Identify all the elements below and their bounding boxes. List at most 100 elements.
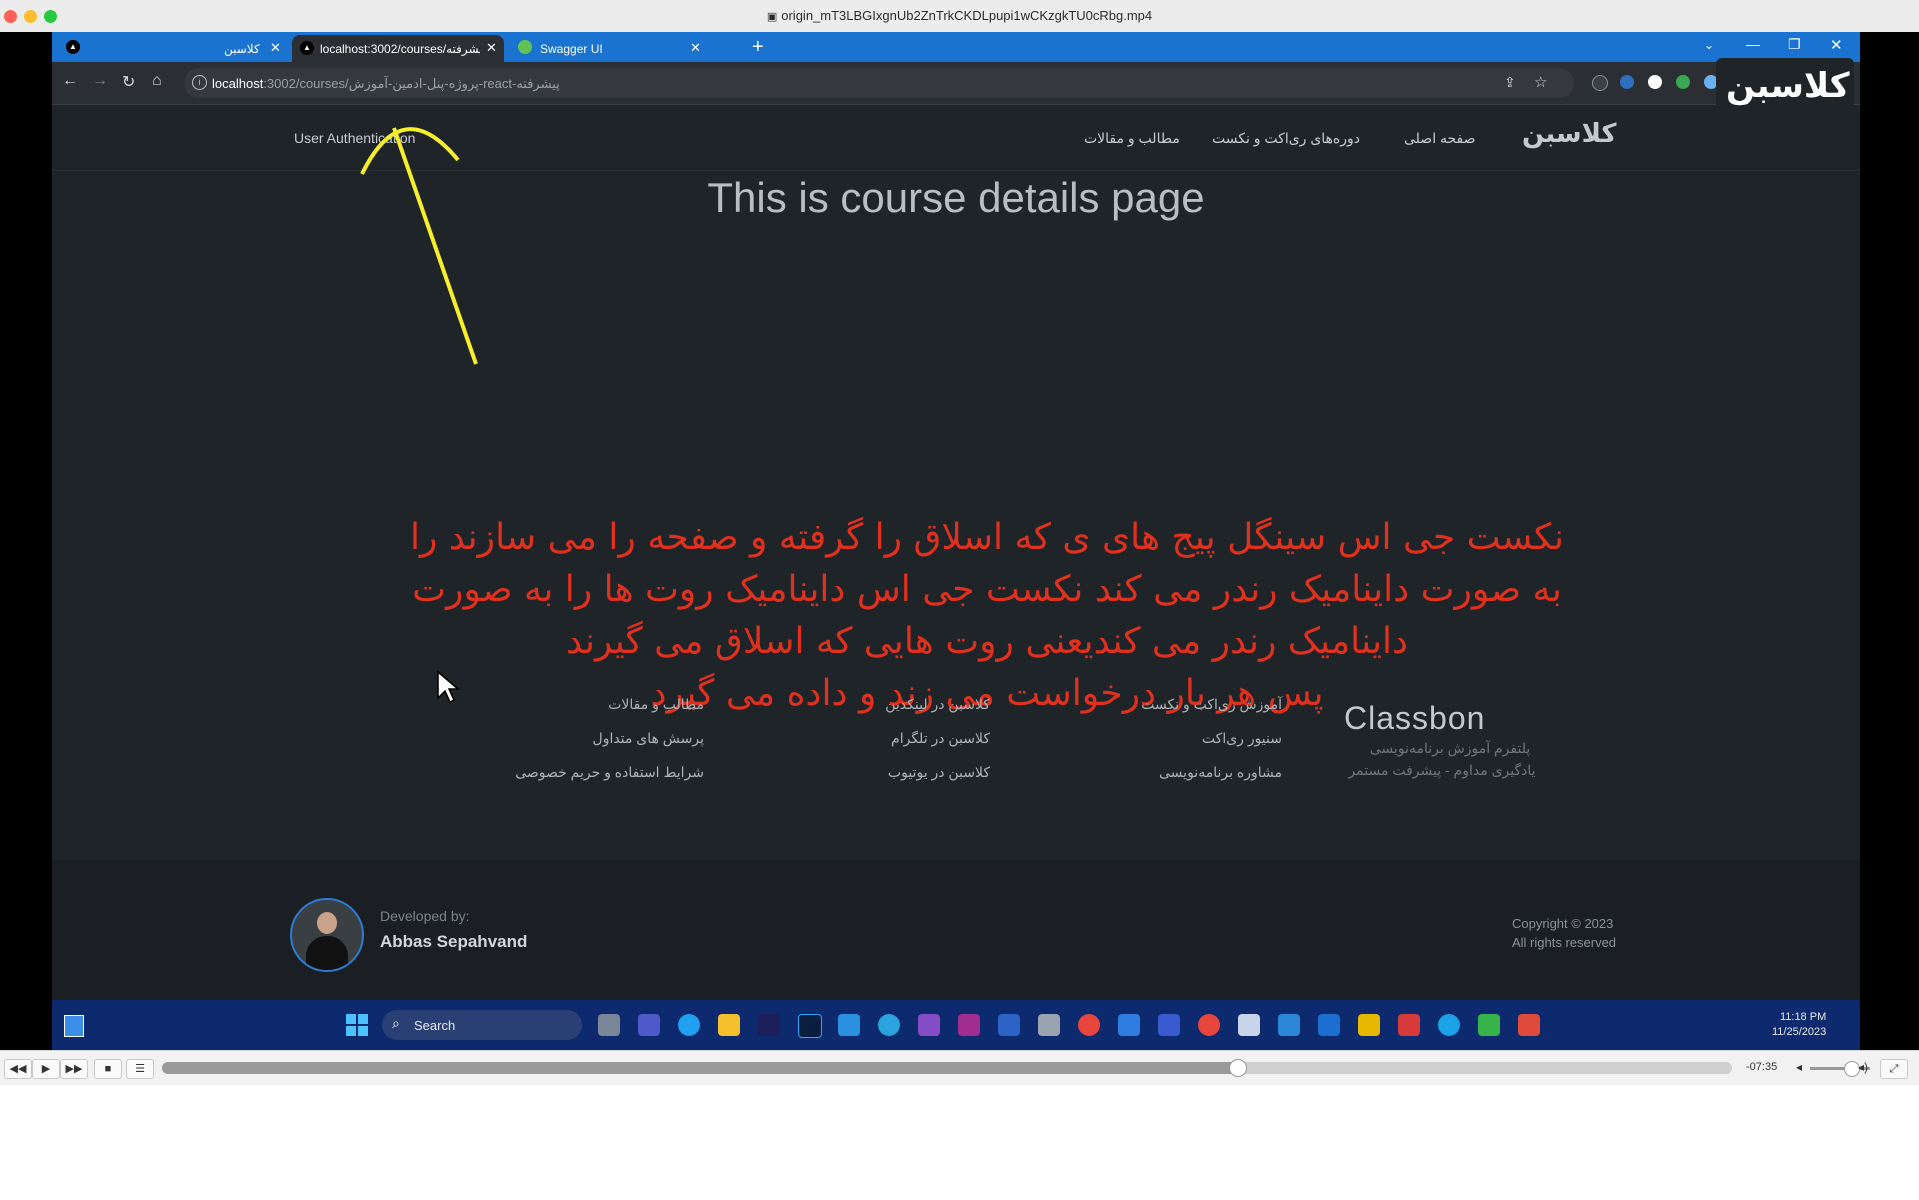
footer-link[interactable]: کلاسبن در یوتیوب <box>798 764 990 798</box>
volume-high-icon[interactable]: ◂) <box>1858 1060 1868 1074</box>
file-explorer-icon[interactable] <box>718 1014 740 1036</box>
app-icon[interactable] <box>1158 1014 1180 1036</box>
footer-link[interactable]: پرسش های متداول <box>452 730 704 764</box>
restore-icon[interactable]: ❐ <box>1788 36 1801 53</box>
avatar-body <box>306 936 348 970</box>
footer-link[interactable]: آموزش ری‌اکت و نکست <box>1082 696 1282 730</box>
avatar <box>290 898 364 972</box>
developer-label: Developed by: <box>380 908 470 924</box>
tab-course-details[interactable]: ▲ localhost:3002/courses/پیشرفته-... ✕ <box>292 35 504 62</box>
close-icon[interactable]: ✕ <box>486 40 497 56</box>
triangle-favicon-icon: ▲ <box>300 41 314 55</box>
photoshop-icon[interactable] <box>798 1014 822 1038</box>
visual-studio-icon[interactable] <box>918 1014 940 1036</box>
footer-brand-tagline: یادگیری مداوم - پیشرفت مستمر <box>1348 762 1536 778</box>
remote-desktop-icon[interactable] <box>1318 1014 1340 1036</box>
minimize-icon[interactable]: — <box>1746 36 1760 52</box>
site-logo[interactable]: کلاسبن <box>1522 118 1622 152</box>
tab-search-chevron-icon[interactable]: ⌄ <box>1704 38 1714 52</box>
edge-icon[interactable] <box>678 1014 700 1036</box>
search-label: Search <box>414 1018 456 1033</box>
tab-swagger[interactable]: Swagger UI ✕ <box>510 35 710 62</box>
close-icon[interactable]: ✕ <box>690 40 701 56</box>
recorded-screen: ▲ کلاسبن ✕ ▲ localhost:3002/courses/پیشر… <box>52 32 1860 1050</box>
skype-icon[interactable] <box>1438 1014 1460 1036</box>
vscode-icon[interactable] <box>838 1014 860 1036</box>
reload-icon[interactable]: ↻ <box>122 72 135 92</box>
player-controls: ◀◀ ▶ ▶▶ ■ ☰ -07:35 ◂ ◂) ⤢ <box>0 1050 1919 1085</box>
timeline-handle[interactable] <box>1229 1059 1248 1077</box>
footer-link[interactable]: کلاسبن در تلگرام <box>798 730 990 764</box>
footer-column-info: مطالب و مقالات پرسش های متداول شرایط است… <box>452 696 704 798</box>
teams-icon[interactable] <box>638 1014 660 1036</box>
browser-tab-bar: ▲ کلاسبن ✕ ▲ localhost:3002/courses/پیشر… <box>52 32 1860 62</box>
extension-icon[interactable] <box>1620 75 1634 89</box>
site-logo-text: کلاسبن <box>1522 118 1617 148</box>
fullscreen-icon[interactable]: ⤢ <box>1880 1059 1908 1079</box>
tab-classbon[interactable]: ▲ کلاسبن ✕ <box>58 35 288 62</box>
word-icon[interactable] <box>998 1014 1020 1036</box>
todo-icon[interactable] <box>1118 1014 1140 1036</box>
forward-arrow-icon[interactable]: → <box>92 72 108 90</box>
snipping-tool-icon[interactable] <box>1238 1014 1260 1036</box>
telegram-icon[interactable] <box>878 1014 900 1036</box>
app-icon[interactable] <box>1358 1014 1380 1036</box>
audition-icon[interactable] <box>758 1014 780 1036</box>
windows-start-icon[interactable] <box>346 1014 368 1036</box>
taskbar-search[interactable]: ⌕ Search <box>382 1010 582 1040</box>
camtasia-icon[interactable] <box>1478 1014 1500 1036</box>
stop-icon[interactable]: ■ <box>94 1059 122 1079</box>
nav-articles[interactable]: مطالب و مقالات <box>1084 130 1180 147</box>
extension-icon[interactable] <box>1592 75 1608 91</box>
back-arrow-icon[interactable]: ← <box>62 72 78 90</box>
database-icon[interactable] <box>1038 1014 1060 1036</box>
annotation-text: نکست جی اس سینگل پیج های ی که اسلاق را گ… <box>352 512 1622 720</box>
triangle-favicon-icon: ▲ <box>66 40 80 54</box>
annotation-line: نکست جی اس سینگل پیج های ی که اسلاق را گ… <box>409 517 1565 558</box>
clock-time: 11:18 PM <box>1779 1011 1827 1023</box>
play-icon[interactable]: ▶ <box>32 1059 60 1079</box>
mouse-cursor-icon <box>437 670 460 704</box>
timeline-slider[interactable] <box>162 1059 1732 1077</box>
annotation-line: داینامیک رندر می کندیعنی روت هایی که اسل… <box>565 621 1409 662</box>
address-bar[interactable]: i localhost:3002/courses/پروژه-پنل-ادمین… <box>184 68 1574 98</box>
rewind-icon[interactable]: ◀◀ <box>4 1059 32 1079</box>
close-browser-icon[interactable]: ✕ <box>1830 36 1843 54</box>
extension-icon[interactable] <box>1676 75 1690 89</box>
footer-link[interactable]: مطالب و مقالات <box>452 696 704 730</box>
nav-courses[interactable]: دوره‌های ری‌اکت و نکست <box>1212 130 1360 147</box>
footer-brand-tagline: پلتفرم آموزش برنامه‌نویسی <box>1369 740 1531 756</box>
app-icon[interactable] <box>1518 1014 1540 1036</box>
new-tab-icon[interactable]: + <box>752 36 764 59</box>
footer-link[interactable]: مشاوره برنامه‌نویسی <box>1082 764 1282 798</box>
fast-forward-icon[interactable]: ▶▶ <box>60 1059 88 1079</box>
task-view-icon[interactable] <box>598 1014 620 1036</box>
footer-link[interactable]: شرایط استفاده و حریم خصوصی <box>452 764 704 798</box>
footer-column-social: کلاسبن در لینکدین کلاسبن در تلگرام کلاسب… <box>798 696 990 798</box>
footer-brand-name: Classbon <box>1344 700 1486 736</box>
footer-link[interactable]: سنیور ری‌اکت <box>1082 730 1282 764</box>
site-header: User Authentication مطالب و مقالات دوره‌… <box>52 104 1860 171</box>
timeline-progress <box>162 1062 1238 1074</box>
extension-icon[interactable] <box>1648 75 1662 89</box>
url-text: localhost:3002/courses/پروژه-پنل-ادمین-آ… <box>212 76 560 91</box>
chrome-icon[interactable] <box>1078 1014 1100 1036</box>
paint-icon[interactable] <box>1278 1014 1300 1036</box>
footer-link[interactable]: کلاسبن در لینکدین <box>798 696 990 730</box>
chrome-icon[interactable] <box>1198 1014 1220 1036</box>
annotation-line: به صورت داینامیک رندر می کند نکست جی اس … <box>412 569 1562 610</box>
star-icon[interactable]: ☆ <box>1534 73 1547 91</box>
nav-home[interactable]: صفحه اصلی <box>1404 130 1475 147</box>
swagger-favicon-icon <box>518 40 532 54</box>
taskbar-clock[interactable]: 11:18 PM 11/25/2023 <box>1772 1010 1826 1040</box>
home-icon[interactable]: ⌂ <box>152 72 162 90</box>
onenote-icon[interactable] <box>958 1014 980 1036</box>
widgets-icon[interactable] <box>64 1015 84 1037</box>
volume-low-icon[interactable]: ◂ <box>1796 1060 1802 1074</box>
rights-text: All rights reserved <box>1512 935 1617 950</box>
app-icon[interactable] <box>1398 1014 1420 1036</box>
playlist-icon[interactable]: ☰ <box>126 1059 154 1079</box>
close-icon[interactable]: ✕ <box>270 40 281 56</box>
share-icon[interactable]: ⇪ <box>1504 74 1516 91</box>
avatar-silhouette <box>317 912 337 934</box>
